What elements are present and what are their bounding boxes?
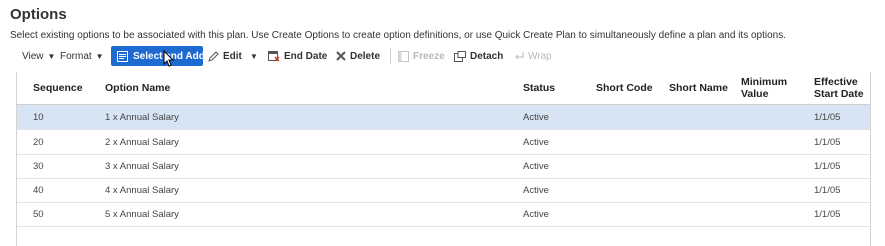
- end-date-label: End Date: [284, 50, 328, 62]
- edit-button[interactable]: Edit: [208, 46, 242, 66]
- table-header: Sequence Option Name Status Short Code S…: [17, 72, 870, 105]
- delete-button[interactable]: Delete: [336, 46, 380, 66]
- cell-status: Active: [523, 136, 549, 148]
- edit-label: Edit: [223, 50, 242, 62]
- wrap-icon: [514, 51, 524, 61]
- select-add-icon: [117, 50, 128, 62]
- column-header-effective-start-date[interactable]: Effective Start Date: [814, 72, 868, 104]
- caret-down-icon: ▼: [47, 51, 56, 61]
- delete-x-icon: [336, 51, 346, 61]
- mouse-pointer-icon: [163, 49, 177, 68]
- freeze-button[interactable]: Freeze: [398, 46, 445, 66]
- section-title: Options: [10, 6, 67, 23]
- edit-dropdown-button[interactable]: ▼: [250, 46, 258, 66]
- freeze-label: Freeze: [413, 50, 445, 62]
- cell-option-name: 1 x Annual Salary: [105, 111, 179, 123]
- table-row[interactable]: 30 3 x Annual Salary Active 1/1/05: [17, 154, 870, 179]
- cell-effective-start-date: 1/1/05: [814, 184, 841, 196]
- end-date-icon: [268, 50, 280, 62]
- pencil-icon: [208, 50, 219, 62]
- end-date-button[interactable]: End Date: [268, 46, 327, 66]
- detach-button[interactable]: Detach: [454, 46, 503, 66]
- cell-status: Active: [523, 111, 549, 123]
- cell-status: Active: [523, 208, 549, 220]
- table-toolbar: View ▼ Format ▼ Select and Add Edit ▼ En…: [16, 46, 876, 66]
- options-table: Sequence Option Name Status Short Code S…: [16, 72, 871, 246]
- view-menu[interactable]: View ▼: [22, 46, 55, 66]
- table-row[interactable]: 20 2 x Annual Salary Active 1/1/05: [17, 130, 870, 155]
- delete-label: Delete: [350, 50, 381, 62]
- select-and-add-button[interactable]: Select and Add: [111, 46, 205, 66]
- format-menu[interactable]: Format ▼: [60, 46, 104, 66]
- wrap-button[interactable]: Wrap: [514, 46, 552, 66]
- table-row[interactable]: 10 1 x Annual Salary Active 1/1/05: [17, 105, 870, 130]
- cell-status: Active: [523, 184, 549, 196]
- cell-effective-start-date: 1/1/05: [814, 208, 841, 220]
- view-menu-label: View: [22, 50, 44, 62]
- cell-status: Active: [523, 160, 549, 172]
- table-row[interactable]: 50 5 x Annual Salary Active 1/1/05: [17, 202, 870, 227]
- column-header-short-code[interactable]: Short Code: [596, 72, 653, 104]
- cell-sequence: 30: [33, 160, 44, 172]
- column-header-status[interactable]: Status: [523, 72, 555, 104]
- cell-effective-start-date: 1/1/05: [814, 136, 841, 148]
- table-row[interactable]: 40 4 x Annual Salary Active 1/1/05: [17, 178, 870, 203]
- detach-icon: [454, 50, 466, 62]
- freeze-icon: [398, 50, 409, 62]
- caret-down-icon: ▼: [95, 51, 104, 61]
- cell-sequence: 40: [33, 184, 44, 196]
- caret-down-icon: ▼: [250, 51, 258, 61]
- column-header-option-name[interactable]: Option Name: [105, 72, 170, 104]
- cell-effective-start-date: 1/1/05: [814, 160, 841, 172]
- cell-option-name: 5 x Annual Salary: [105, 208, 179, 220]
- cell-effective-start-date: 1/1/05: [814, 111, 841, 123]
- column-header-short-name[interactable]: Short Name: [669, 72, 728, 104]
- column-header-sequence[interactable]: Sequence: [33, 72, 83, 104]
- column-header-minimum-value[interactable]: Minimum Value: [741, 72, 801, 104]
- toolbar-separator: [390, 48, 391, 64]
- cell-sequence: 20: [33, 136, 44, 148]
- wrap-label: Wrap: [528, 50, 552, 62]
- cell-sequence: 10: [33, 111, 44, 123]
- cell-option-name: 3 x Annual Salary: [105, 160, 179, 172]
- section-description: Select existing options to be associated…: [10, 30, 786, 41]
- cell-option-name: 4 x Annual Salary: [105, 184, 179, 196]
- format-menu-label: Format: [60, 50, 92, 62]
- detach-label: Detach: [470, 50, 504, 62]
- cell-sequence: 50: [33, 208, 44, 220]
- cell-option-name: 2 x Annual Salary: [105, 136, 179, 148]
